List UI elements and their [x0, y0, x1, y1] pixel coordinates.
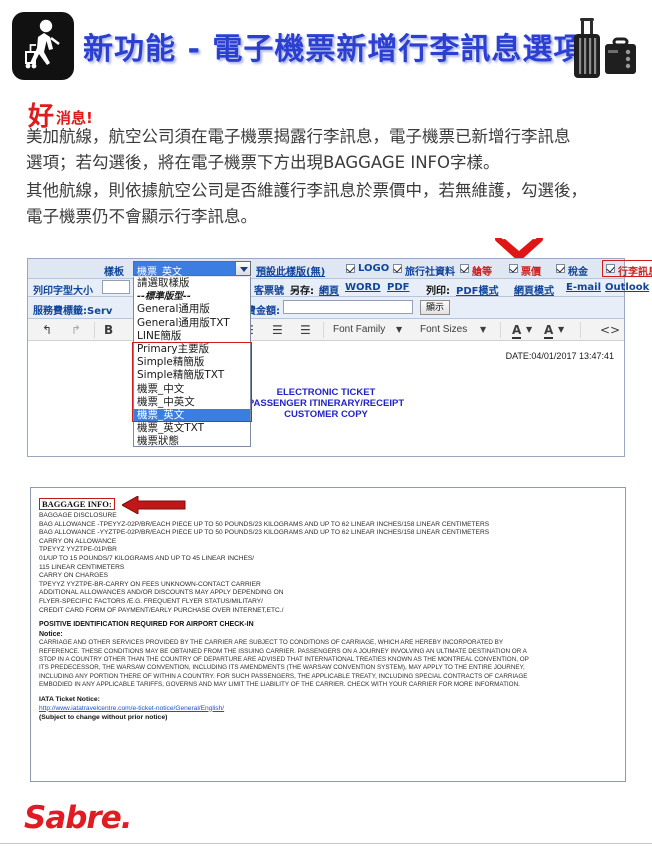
font-family-select[interactable]: Font Family [333, 324, 385, 335]
print-label: 列印: [426, 286, 450, 297]
checkbox-label-baggage-info: 行李訊息 [618, 267, 652, 278]
baggage-line-4: TPEYYZ YYZTPE-01P/BR [39, 546, 117, 554]
preview-line-1: ELECTRONIC TICKET [276, 387, 376, 398]
notice-line-2: STOP IN A COUNTRY OTHER THAN THE COUNTRY… [39, 655, 529, 663]
source-code-button[interactable]: <> [600, 323, 620, 337]
template-label: 樣板 [104, 267, 124, 278]
baggage-info-document: BAGGAGE INFO: BAGGAGE DISCLOSURE BAG ALL… [30, 487, 626, 782]
checkbox-label-cabin-class: 艙等 [472, 267, 492, 278]
text-color-chevron-down-icon[interactable]: ▼ [526, 325, 532, 334]
baggage-line-7: CARRY ON CHARGES [39, 572, 109, 580]
sabre-logo: Sabre. [24, 800, 133, 836]
baggage-line-11: CREDIT CARD FORM OF PAYMENT/EARLY PURCHA… [39, 606, 284, 614]
font-sizes-select[interactable]: Font Sizes [420, 324, 467, 335]
footer-divider [0, 843, 652, 844]
preview-line-3: CUSTOMER COPY [284, 409, 368, 420]
intro-line-4: 電子機票仍不會顯示行李訊息。 [26, 207, 257, 226]
text-color-button[interactable]: A [512, 323, 522, 339]
dropdown-option-11[interactable]: 機票_英文TXT [134, 422, 250, 435]
font-sizes-chevron-down-icon[interactable]: ▼ [480, 325, 486, 334]
save-link-word[interactable]: WORD [345, 282, 381, 293]
notice-label: Notice: [39, 630, 63, 638]
save-as-label: 另存: [290, 286, 314, 297]
print-link-web-mode[interactable]: 網頁模式 [514, 282, 554, 297]
red-left-arrow-icon [120, 495, 186, 519]
checkbox-label-logo: LOGO [358, 263, 390, 274]
notice-line-5: EMBODIED IN ANY APPLICABLE TARIFFS, GOVE… [39, 681, 520, 689]
intro-line-1: 美加航線，航空公司須在電子機票揭露行李訊息，電子機票已新增行李訊息 [26, 127, 571, 146]
baggage-line-8: TPEYYZ YYZTPE-BR-CARRY ON FEES UNKNOWN-C… [39, 580, 261, 588]
checkbox-logo[interactable] [346, 264, 355, 273]
show-button[interactable]: 顯示 [420, 300, 450, 315]
save-link-web[interactable]: 網頁 [319, 282, 339, 297]
baggage-line-9: ADDITIONAL ALLOWANCES AND/OR DISCOUNTS M… [39, 589, 284, 597]
suitcases-icon [568, 14, 640, 84]
align-justify-icon[interactable]: ☰ [300, 323, 311, 337]
template-select[interactable]: 機票_英文 [133, 261, 251, 278]
checkbox-label-agency-info: 旅行社資料 [405, 267, 455, 278]
preview-line-2: PASSENGER ITINERARY/RECEIPT [247, 398, 405, 409]
save-link-pdf[interactable]: PDF [387, 282, 409, 293]
default-template-link[interactable]: 預設此樣版(無) [256, 263, 325, 278]
preview-date: DATE:04/01/2017 13:47:41 [505, 351, 614, 361]
font-size-label: 列印字型大小 [33, 286, 93, 297]
print-options-row: 列印字型大小 客票號 另存: 網頁 WORD PDF 列印: PDF模式 網頁模… [28, 279, 649, 297]
baggage-line-5: 01/UP TO 15 POUNDS/7 KILOGRAMS AND UP TO… [39, 554, 255, 562]
baggage-line-6: 115 LINEAR CENTIMETERS [39, 563, 125, 571]
service-tag-label: 服務費標籤:Serv [33, 306, 113, 317]
ticket-templates-highlight-box [132, 342, 252, 422]
ticket-no-label: 客票號 [254, 286, 284, 297]
dropdown-option-2[interactable]: General通用版 [134, 303, 250, 316]
font-size-input[interactable] [102, 280, 130, 294]
baggage-line-3: CARRY ON ALLOWANCE [39, 537, 117, 545]
bg-color-button[interactable]: A [544, 323, 554, 339]
checkbox-cabin-class[interactable] [460, 264, 469, 273]
positive-id-heading: POSITIVE IDENTIFICATION REQUIRED FOR AIR… [39, 621, 254, 629]
bg-color-chevron-down-icon[interactable]: ▼ [558, 325, 564, 334]
dropdown-option-3[interactable]: General通用版TXT [134, 317, 250, 330]
preview-heading: ELECTRONIC TICKET PASSENGER ITINERARY/RE… [28, 387, 624, 420]
email-link[interactable]: E-mail [566, 282, 601, 293]
template-toolbar-row: 樣板 機票_英文 預設此樣版(無) LOGO 旅行社資料 艙等 票價 稅金 行李… [28, 259, 652, 279]
checkbox-tax[interactable] [556, 264, 565, 273]
chevron-down-icon[interactable] [235, 261, 251, 276]
baggage-info-title: BAGGAGE INFO: [39, 498, 115, 510]
intro-line-2: 選項；若勾選後，將在電子機票下方出現BAGGAGE INFO字樣。 [26, 153, 500, 172]
iata-notice-label: IATA Ticket Notice: [39, 695, 100, 703]
notice-line-1: REFERENCE. THESE CONDITIONS MAY BE OBTAI… [39, 647, 527, 655]
notice-line-3: ITS PREDECESSOR, THE WARSAW CONVENTION, … [39, 664, 525, 672]
service-fee-row: 服務費標籤:Serv 服務費金額: 顯示 [28, 297, 624, 319]
baggage-line-2: BAG ALLOWANCE -YYZTPE-02P/BR/EACH PIECE … [39, 529, 490, 537]
undo-arrow-icon[interactable]: ↰ [42, 323, 52, 337]
baggage-line-1: BAG ALLOWANCE -TPEYYZ-02P/BR/EACH PIECE … [39, 520, 490, 528]
dropdown-option-12[interactable]: 機票狀態 [134, 435, 250, 446]
page-title: 新功能 - 電子機票新增行李訊息選項 [83, 32, 585, 67]
checkbox-fare[interactable] [509, 264, 518, 273]
checkbox-agency-info[interactable] [393, 264, 402, 273]
notice-line-0: CARRIAGE AND OTHER SERVICES PROVIDED BY … [39, 639, 504, 647]
baggage-line-10: FLYER-SPECIFIC FACTORS /E.G. FREQUENT FL… [39, 597, 263, 605]
service-amount-input[interactable] [283, 300, 413, 314]
walking-passenger-with-luggage-icon [12, 12, 74, 80]
print-link-pdf-mode[interactable]: PDF模式 [456, 282, 498, 297]
redo-arrow-icon[interactable]: ↱ [71, 323, 81, 337]
rich-text-toolbar: ↰ ↱ B ☰ ☰ ☰ ☰ Font Family ▼ Font Sizes ▼… [28, 319, 624, 341]
dropdown-option-1: --標準版型-- [137, 291, 191, 303]
page-header: 新功能 - 電子機票新增行李訊息選項 [0, 8, 652, 86]
checkbox-label-tax: 稅金 [568, 267, 588, 278]
font-family-chevron-down-icon[interactable]: ▼ [396, 325, 402, 334]
dropdown-option-0[interactable]: 請選取樣版 [134, 277, 250, 290]
ticket-template-panel: 樣板 機票_英文 預設此樣版(無) LOGO 旅行社資料 艙等 票價 稅金 行李… [27, 258, 652, 457]
align-right-icon[interactable]: ☰ [272, 323, 283, 337]
notice-line-4: INCLUDING ANY PORTION THERE OF WITHIN A … [39, 672, 528, 680]
iata-notice-link[interactable]: http://www.iatatravelcentre.com/e-ticket… [39, 704, 617, 713]
template-select-value: 機票_英文 [137, 267, 182, 278]
subject-to-change-note: (Subject to change without prior notice) [39, 713, 168, 721]
dropdown-option-4[interactable]: LINE簡版 [134, 330, 250, 343]
intro-line-3: 其他航線，則依據航空公司是否維護行李訊息於票價中，若無維護，勾選後， [26, 181, 587, 200]
bold-button[interactable]: B [104, 323, 113, 337]
checkbox-baggage-info[interactable] [606, 264, 615, 273]
checkbox-label-fare: 票價 [521, 267, 541, 278]
outlook-link[interactable]: Outlook [605, 282, 649, 293]
